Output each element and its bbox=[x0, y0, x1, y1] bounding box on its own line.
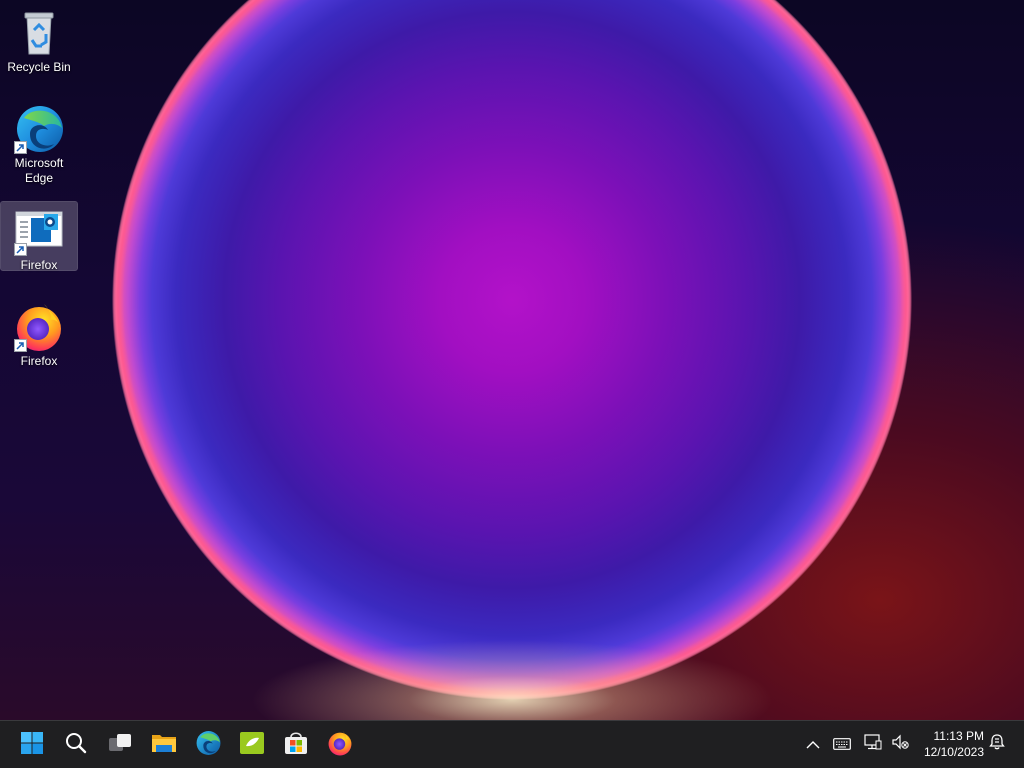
clock-date: 12/10/2023 bbox=[923, 745, 984, 759]
desktop-icon-label: Recycle Bin bbox=[7, 60, 71, 74]
network-icon bbox=[864, 734, 882, 754]
taskbar: 11:13 PM 12/10/2023 bbox=[0, 720, 1024, 768]
chevron-up-icon bbox=[806, 735, 820, 754]
input-indicator-button[interactable] bbox=[829, 731, 855, 757]
folder-icon bbox=[151, 731, 177, 759]
search-icon bbox=[64, 731, 88, 759]
firefox-icon bbox=[14, 302, 64, 352]
edge-taskbar-button[interactable] bbox=[190, 727, 226, 763]
shortcut-arrow-icon bbox=[14, 141, 27, 154]
search-button[interactable] bbox=[58, 727, 94, 763]
clock-date-button[interactable]: 11:13 PM 12/10/2023 bbox=[918, 728, 984, 760]
desktop-icon-firefox-installer[interactable]: Firefox bbox=[0, 201, 78, 272]
windows-start-icon bbox=[20, 731, 44, 759]
edge-icon bbox=[14, 104, 64, 154]
volume-muted-icon bbox=[891, 734, 909, 754]
notification-icon bbox=[988, 733, 1006, 755]
desktop-icon-firefox[interactable]: Firefox bbox=[1, 298, 77, 370]
clock-time: 11:13 PM bbox=[933, 729, 984, 743]
edge-icon bbox=[195, 730, 221, 760]
desktop-icon-label: Firefox bbox=[20, 258, 58, 272]
volume-button[interactable] bbox=[887, 731, 913, 757]
notification-center-button[interactable] bbox=[984, 731, 1010, 757]
firefox-icon bbox=[327, 730, 353, 760]
keyboard-icon bbox=[833, 735, 851, 754]
desktop-wallpaper[interactable]: Recycle Bin Microsoft Edge Firefox Firef… bbox=[0, 0, 1024, 720]
start-button[interactable] bbox=[14, 727, 50, 763]
desktop-icon-microsoft-edge[interactable]: Microsoft Edge bbox=[1, 100, 77, 188]
firefox-taskbar-button[interactable] bbox=[322, 727, 358, 763]
green-app-icon bbox=[239, 731, 265, 759]
show-hidden-icons-button[interactable] bbox=[800, 731, 826, 757]
shortcut-arrow-icon bbox=[14, 339, 27, 352]
desktop-icon-recycle-bin[interactable]: Recycle Bin bbox=[1, 4, 77, 76]
desktop-icon-label: Microsoft Edge bbox=[14, 156, 64, 185]
recycle-bin-icon bbox=[14, 8, 64, 58]
app-taskbar-button[interactable] bbox=[234, 727, 270, 763]
microsoft-store-icon bbox=[283, 731, 309, 759]
desktop-icon-label: Firefox bbox=[20, 354, 58, 368]
network-button[interactable] bbox=[860, 731, 886, 757]
store-taskbar-button[interactable] bbox=[278, 727, 314, 763]
outlook-installer-icon bbox=[14, 206, 64, 256]
task-view-icon bbox=[107, 731, 133, 759]
task-view-button[interactable] bbox=[102, 727, 138, 763]
file-explorer-button[interactable] bbox=[146, 727, 182, 763]
shortcut-arrow-icon bbox=[14, 243, 27, 256]
